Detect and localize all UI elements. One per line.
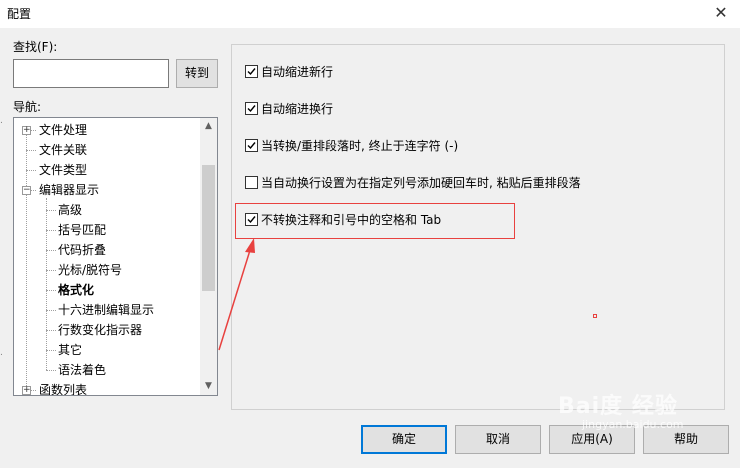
watermark-text: Bai度 经验 [558,394,678,419]
baidu-watermark: Bai度 经验 jingyan.baidu.com [558,388,684,431]
annotation-dot [593,314,597,318]
edge-mark: . [0,116,3,126]
watermark-url: jingyan.baidu.com [582,418,684,431]
cancel-button[interactable]: 取消 [455,425,541,454]
ok-button[interactable]: 确定 [361,425,447,454]
edge-mark: . [0,348,3,358]
